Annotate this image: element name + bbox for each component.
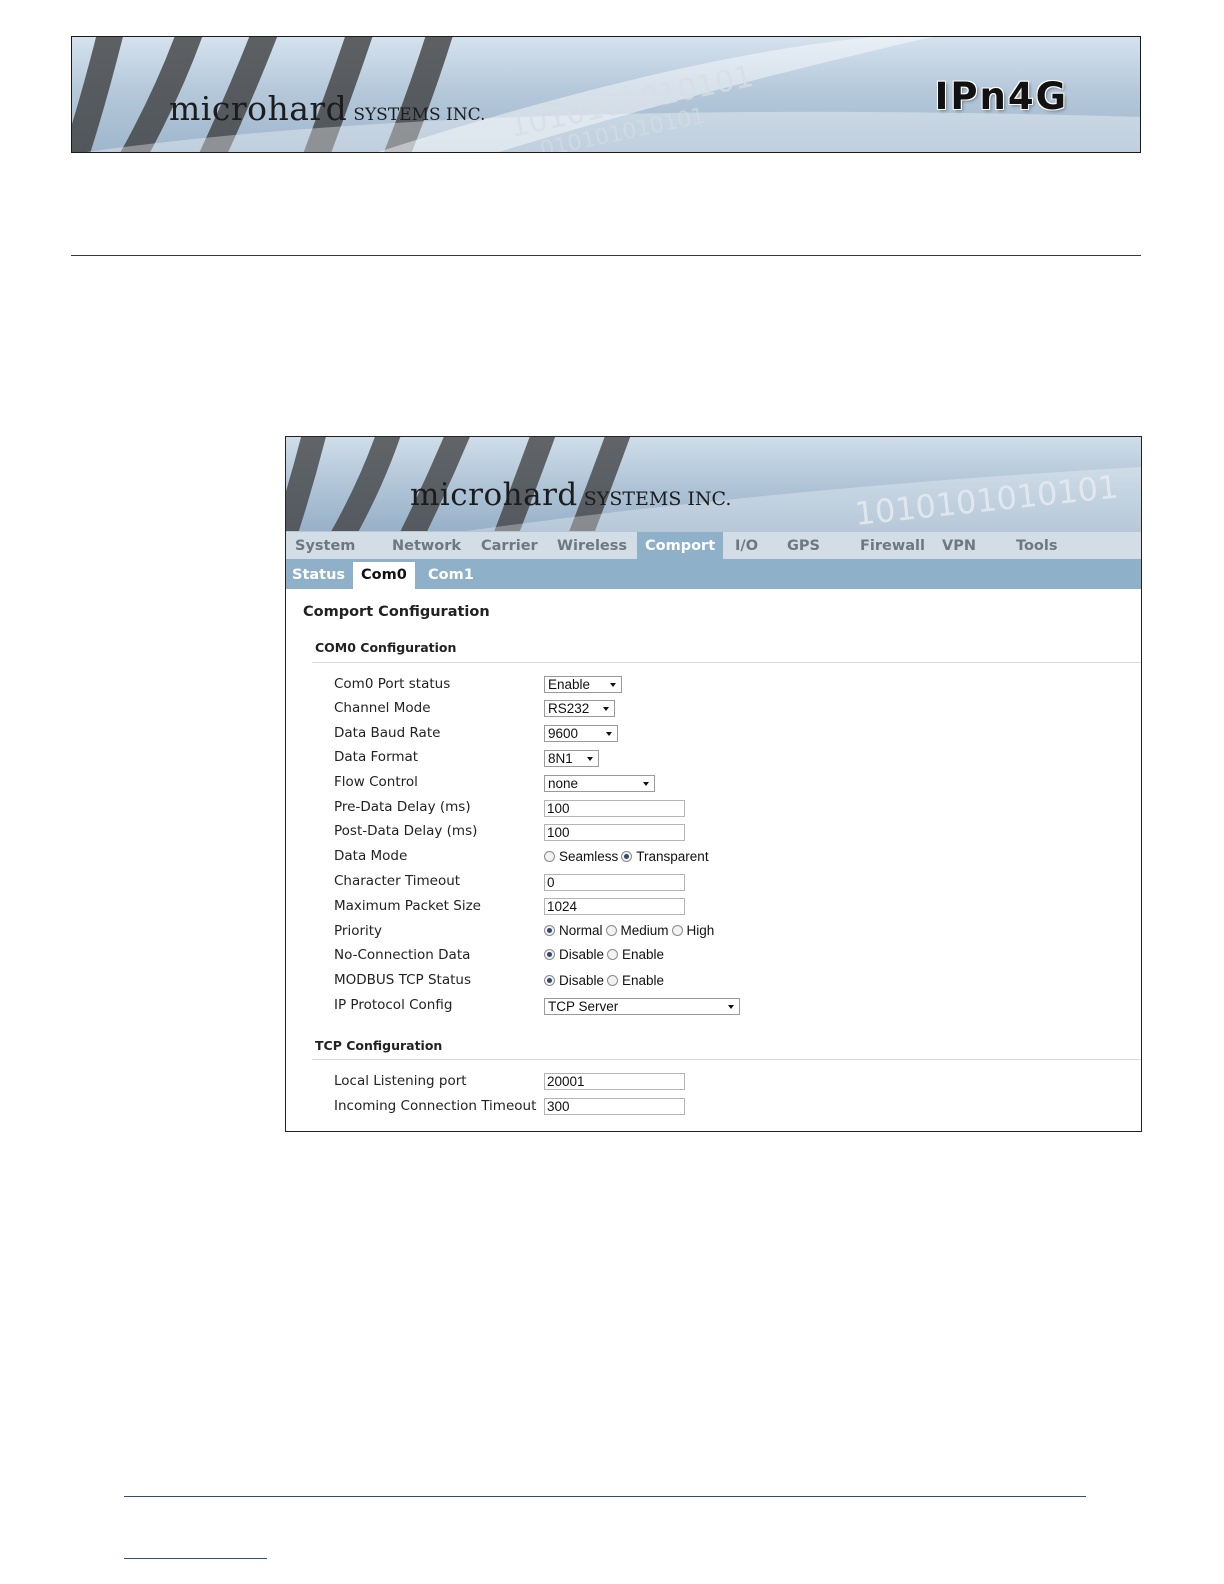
channel-mode-select[interactable]: RS232: [544, 700, 615, 717]
main-navigation: System Network Carrier Wireless Comport …: [286, 531, 1141, 560]
port-status-label: Com0 Port status: [334, 676, 451, 692]
tab-tools[interactable]: Tools: [1008, 532, 1066, 560]
doc-brand-name: microhard: [169, 89, 348, 128]
tab-vpn[interactable]: VPN: [934, 532, 984, 560]
priority-label: Priority: [334, 923, 383, 939]
dropdown-arrow-icon: [606, 732, 612, 736]
subtab-status[interactable]: Status: [286, 562, 353, 589]
baud-rate-select[interactable]: 9600: [544, 725, 618, 742]
ip-protocol-label: IP Protocol Config: [334, 997, 453, 1013]
flow-control-select[interactable]: none: [544, 775, 655, 792]
footer-link-underline: [124, 1558, 267, 1559]
priority-high-label: High: [686, 923, 715, 938]
modbus-enable-radio[interactable]: [607, 975, 619, 986]
post-delay-input[interactable]: 100: [544, 824, 685, 841]
tab-system[interactable]: System: [287, 532, 363, 560]
baud-rate-label: Data Baud Rate: [334, 725, 441, 741]
no-conn-data-label: No-Connection Data: [334, 947, 471, 963]
priority-normal-label: Normal: [559, 923, 603, 938]
conn-timeout-input[interactable]: 300: [544, 1098, 685, 1115]
data-mode-label: Data Mode: [334, 848, 408, 864]
doc-brand-suffix: SYSTEMS INC.: [353, 105, 486, 125]
channel-mode-label: Channel Mode: [334, 700, 431, 716]
data-mode-seamless-label: Seamless: [559, 849, 619, 864]
priority-high-radio[interactable]: [671, 925, 683, 936]
data-mode-seamless-radio[interactable]: [544, 851, 555, 862]
tab-wireless[interactable]: Wireless: [549, 532, 635, 560]
ip-protocol-value: TCP Server: [548, 999, 619, 1014]
header-divider: [71, 255, 1141, 256]
flow-control-value: none: [548, 776, 579, 791]
flow-control-label: Flow Control: [334, 774, 418, 790]
page-title: Comport Configuration: [303, 604, 490, 620]
priority-normal-radio[interactable]: [544, 925, 555, 936]
tab-gps[interactable]: GPS: [779, 532, 828, 560]
data-mode-transparent-radio[interactable]: [621, 851, 633, 862]
post-delay-label: Post-Data Delay (ms): [334, 823, 478, 839]
modbus-tcp-radio-group: Disable Enable: [544, 973, 667, 990]
tcp-section-title: TCP Configuration: [315, 1038, 443, 1053]
tab-carrier[interactable]: Carrier: [473, 532, 546, 560]
data-format-label: Data Format: [334, 749, 419, 765]
char-timeout-input[interactable]: 0: [544, 874, 685, 891]
com0-section-divider: [312, 662, 1141, 663]
ui-brand-suffix: SYSTEMS INC.: [583, 488, 732, 510]
priority-medium-radio[interactable]: [605, 925, 617, 936]
data-mode-transparent-label: Transparent: [636, 849, 709, 864]
data-mode-radio-group: Seamless Transparent: [544, 849, 712, 866]
tab-firewall[interactable]: Firewall: [852, 532, 933, 560]
no-conn-enable-radio[interactable]: [607, 949, 619, 960]
footer-divider: [124, 1496, 1086, 1497]
com0-section-title: COM0 Configuration: [315, 640, 457, 655]
pre-delay-label: Pre-Data Delay (ms): [334, 799, 471, 815]
dropdown-arrow-icon: [587, 757, 593, 761]
port-status-value: Enable: [548, 677, 591, 692]
tab-io[interactable]: I/O: [727, 532, 766, 560]
channel-mode-value: RS232: [548, 701, 590, 716]
char-timeout-label: Character Timeout: [334, 873, 461, 889]
data-format-value: 8N1: [548, 751, 573, 766]
max-packet-input[interactable]: 1024: [544, 898, 685, 915]
ui-brand-logo: microhard SYSTEMS INC.: [410, 477, 731, 513]
dropdown-arrow-icon: [603, 707, 609, 711]
dropdown-arrow-icon: [728, 1005, 734, 1009]
tab-network[interactable]: Network: [384, 532, 469, 560]
port-status-select[interactable]: Enable: [544, 676, 622, 693]
priority-medium-label: Medium: [620, 923, 669, 938]
dropdown-arrow-icon: [643, 782, 649, 786]
modbus-disable-label: Disable: [559, 973, 605, 988]
ip-protocol-select[interactable]: TCP Server: [544, 998, 740, 1015]
ui-brand-name: microhard: [410, 477, 578, 513]
sub-navigation: Status Com0 Com1: [286, 559, 1141, 589]
priority-radio-group: Normal Medium High: [544, 923, 717, 940]
modbus-disable-radio[interactable]: [544, 975, 555, 986]
tab-comport[interactable]: Comport: [637, 532, 724, 560]
no-conn-data-radio-group: Disable Enable: [544, 947, 667, 964]
modbus-tcp-label: MODBUS TCP Status: [334, 972, 472, 988]
ui-header-banner: 1010101010101 microhard SYSTEMS INC.: [286, 437, 1141, 531]
doc-brand-logo: microhard SYSTEMS INC.: [169, 89, 485, 128]
conn-timeout-label: Incoming Connection Timeout: [334, 1098, 537, 1114]
doc-product-name: IPn4G: [934, 75, 1068, 118]
listen-port-input[interactable]: 20001: [544, 1073, 685, 1090]
max-packet-label: Maximum Packet Size: [334, 898, 481, 914]
web-ui-screenshot: 1010101010101 microhard SYSTEMS INC. Syst…: [285, 436, 1142, 1132]
subtab-com0[interactable]: Com0: [353, 562, 415, 589]
dropdown-arrow-icon: [610, 683, 616, 687]
subtab-com1[interactable]: Com1: [420, 562, 482, 589]
no-conn-enable-label: Enable: [622, 947, 665, 962]
document-header-banner: 1010101010101 010101010101 microhard SYST…: [71, 36, 1141, 153]
no-conn-disable-radio[interactable]: [544, 949, 555, 960]
listen-port-label: Local Listening port: [334, 1073, 467, 1089]
data-format-select[interactable]: 8N1: [544, 750, 599, 767]
tcp-section-divider: [312, 1059, 1141, 1060]
pre-delay-input[interactable]: 100: [544, 800, 685, 817]
modbus-enable-label: Enable: [622, 973, 665, 988]
no-conn-disable-label: Disable: [559, 947, 605, 962]
baud-rate-value: 9600: [548, 726, 579, 741]
